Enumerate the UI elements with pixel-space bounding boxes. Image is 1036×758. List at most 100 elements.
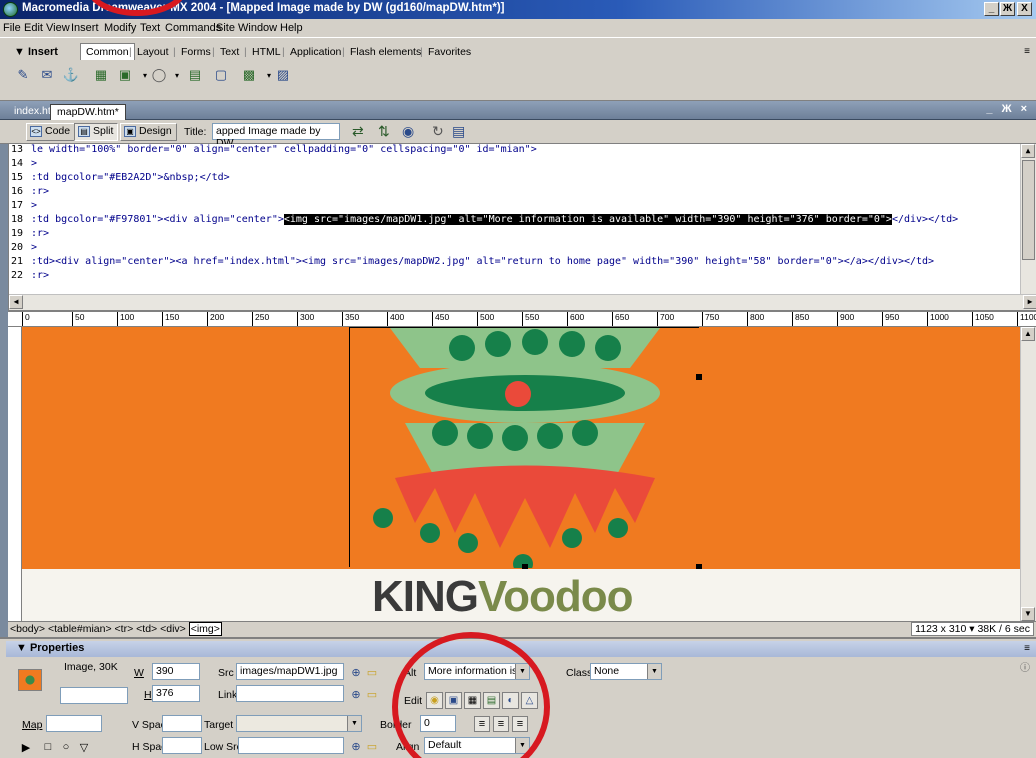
file-management-icon[interactable]: ⇄	[352, 123, 364, 140]
scroll-down-icon[interactable]: ▼	[1021, 607, 1035, 621]
hspace-input[interactable]	[162, 737, 202, 754]
code-horizontal-scrollbar[interactable]: ◀ ▶	[9, 294, 1036, 310]
tab-common[interactable]: Common	[80, 43, 135, 60]
panel-options-icon[interactable]: ≡	[1024, 46, 1030, 57]
tag-table[interactable]: <table#mian>	[48, 623, 112, 635]
view-options-icon[interactable]: ▤	[452, 123, 465, 140]
edit-fireworks-icon[interactable]: ◉	[426, 692, 443, 709]
scroll-up-icon[interactable]: ▲	[1021, 327, 1035, 341]
target-select[interactable]: ▼	[236, 715, 362, 732]
tag-div[interactable]: <div>	[160, 623, 186, 635]
brightness-contrast-icon[interactable]: ◐	[502, 692, 519, 709]
folder-icon[interactable]: ▭	[364, 686, 380, 702]
doc-tab-mapdw[interactable]: mapDW.htm*	[50, 104, 126, 120]
menu-view[interactable]: View	[46, 22, 70, 34]
tag-body[interactable]: <body>	[10, 623, 45, 635]
menu-text[interactable]: Text	[140, 22, 160, 34]
tab-favorites[interactable]: Favorites	[428, 46, 471, 58]
template-icon[interactable]: ▩	[240, 66, 258, 84]
menu-file[interactable]: File	[3, 22, 21, 34]
properties-title[interactable]: ▼ Properties	[6, 641, 1036, 657]
tab-text[interactable]: Text	[220, 46, 239, 58]
hyperlink-icon[interactable]: ✎	[14, 66, 32, 84]
menu-edit[interactable]: Edit	[24, 22, 43, 34]
point-to-file-icon[interactable]: ⊕	[348, 738, 364, 754]
alt-select[interactable]: More information is ▼	[424, 663, 530, 680]
vspace-input[interactable]	[162, 715, 202, 732]
tab-layout[interactable]: Layout	[137, 46, 169, 58]
align-select[interactable]: Default ▼	[424, 737, 530, 754]
insert-bar-title[interactable]: ▼ Insert	[14, 46, 58, 58]
design-vertical-scrollbar[interactable]: ▲ ▼	[1020, 327, 1036, 621]
align-left-icon[interactable]: ≡	[474, 716, 490, 732]
panel-options-icon[interactable]: ≡	[1024, 643, 1030, 654]
point-to-file-icon[interactable]: ⊕	[348, 664, 364, 680]
scroll-right-icon[interactable]: ▶	[1023, 295, 1036, 309]
resample-icon[interactable]: ▤	[483, 692, 500, 709]
scroll-thumb[interactable]	[1022, 160, 1035, 260]
polygon-hotspot-tool-icon[interactable]: ▽	[76, 739, 92, 755]
menu-window[interactable]: Window	[238, 22, 277, 34]
tag-img-selected[interactable]: <img>	[188, 622, 222, 636]
table-icon[interactable]: ▦	[92, 66, 110, 84]
code-view-button[interactable]: <> Code	[26, 123, 76, 141]
tag-chooser-icon[interactable]: ▨	[274, 66, 292, 84]
width-input[interactable]: 390	[152, 663, 200, 680]
pointer-hotspot-tool-icon[interactable]: ▶	[18, 739, 34, 755]
preview-browser-icon[interactable]: ◉	[402, 123, 414, 140]
lowsrc-input[interactable]	[238, 737, 344, 754]
menu-modify[interactable]: Modify	[104, 22, 136, 34]
design-view-button[interactable]: ▣ Design	[120, 123, 177, 141]
tab-forms[interactable]: Forms	[181, 46, 211, 58]
date-icon[interactable]: ▤	[186, 66, 204, 84]
scroll-left-icon[interactable]: ◀	[9, 295, 23, 309]
src-input[interactable]: images/mapDW1.jpg	[236, 663, 344, 680]
folder-icon[interactable]: ▭	[364, 664, 380, 680]
rectangle-hotspot-tool-icon[interactable]: □	[40, 739, 56, 755]
image-icon[interactable]: ▣	[116, 66, 134, 84]
close-button[interactable]: X	[1017, 2, 1032, 16]
point-to-file-icon[interactable]: ⊕	[348, 686, 364, 702]
window-size-download-time[interactable]: 1123 x 310 ▾ 38K / 6 sec	[911, 622, 1034, 636]
named-anchor-icon[interactable]: ⚓	[62, 66, 80, 84]
scroll-up-icon[interactable]: ▲	[1021, 144, 1035, 158]
align-right-icon[interactable]: ≡	[512, 716, 528, 732]
media-icon[interactable]: ◯	[150, 66, 168, 84]
menu-site[interactable]: Site	[216, 22, 235, 34]
folder-icon[interactable]: ▭	[364, 738, 380, 754]
resize-handle[interactable]	[696, 374, 702, 380]
design-view[interactable]: KINGVoodoo	[22, 327, 1036, 621]
tab-flash-elements[interactable]: Flash elements	[350, 46, 421, 58]
document-window-controls[interactable]: _ Ж ×	[986, 103, 1030, 115]
image-name-input[interactable]	[60, 687, 128, 704]
tag-td[interactable]: <td>	[136, 623, 157, 635]
selected-image-mapdw1[interactable]	[349, 327, 702, 574]
optimize-image-icon[interactable]: ▣	[445, 692, 462, 709]
email-link-icon[interactable]: ✉	[38, 66, 56, 84]
code-vertical-scrollbar[interactable]: ▲	[1020, 144, 1036, 294]
menu-insert[interactable]: Insert	[71, 22, 99, 34]
crop-icon[interactable]: ▦	[464, 692, 481, 709]
link-input[interactable]	[236, 685, 344, 702]
menu-help[interactable]: Help	[280, 22, 303, 34]
help-icon[interactable]: ⓘ	[1020, 659, 1030, 674]
map-name-input[interactable]	[46, 715, 102, 732]
chevron-down-icon[interactable]: ▾	[168, 66, 186, 84]
sharpen-icon[interactable]: △	[521, 692, 538, 709]
height-input[interactable]: 376	[152, 685, 200, 702]
validate-icon[interactable]: ⇅	[378, 123, 390, 140]
menu-commands[interactable]: Commands	[165, 22, 221, 34]
comment-icon[interactable]: ▢	[212, 66, 230, 84]
align-center-icon[interactable]: ≡	[493, 716, 509, 732]
minimize-button[interactable]: _	[984, 2, 999, 16]
title-input[interactable]: apped Image made by DW	[212, 123, 340, 149]
split-view-button[interactable]: ▤ Split	[74, 123, 119, 141]
border-input[interactable]: 0	[420, 715, 456, 732]
code-view[interactable]: 13 le width="100%" border="0" align="cen…	[8, 144, 1036, 310]
tag-tr[interactable]: <tr>	[115, 623, 134, 635]
class-select[interactable]: None ▼	[590, 663, 662, 680]
maximize-button[interactable]: Ж	[1000, 2, 1015, 16]
tab-html[interactable]: HTML	[252, 46, 281, 58]
tab-application[interactable]: Application	[290, 46, 341, 58]
refresh-icon[interactable]: ↻	[432, 123, 444, 140]
